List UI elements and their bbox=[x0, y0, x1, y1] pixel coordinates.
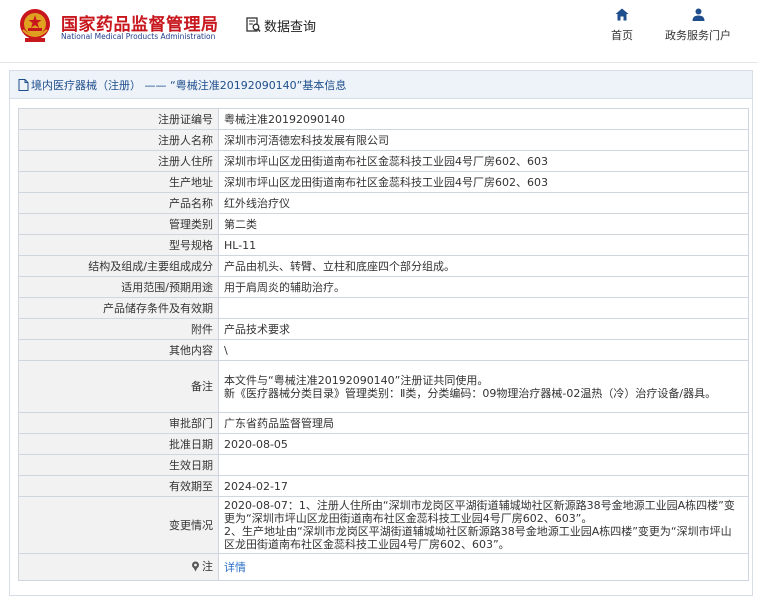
note-value: 详情 bbox=[218, 553, 749, 581]
table-row: 型号规格 HL-11 bbox=[18, 234, 749, 256]
registration-info-table: 注册证编号 粤械注准20192090140 注册人名称 深圳市河浯德宏科技发展有… bbox=[18, 108, 749, 581]
row-label: 管理类别 bbox=[18, 213, 219, 235]
row-label: 适用范围/预期用途 bbox=[18, 276, 219, 298]
table-row-change: 变更情况 2020-08-07：1、注册人住所由“深圳市龙岗区平湖街道辅城坳社区… bbox=[18, 496, 749, 554]
breadcrumb-record: “粤械注准20192090140”基本信息 bbox=[170, 78, 347, 92]
row-value-remark: 本文件与“粤械注准20192090140”注册证共同使用。 新《医疗器械分类目录… bbox=[218, 360, 749, 413]
home-icon bbox=[615, 8, 629, 21]
table-row: 批准日期 2020-08-05 bbox=[18, 433, 749, 455]
table-row: 注册证编号 粤械注准20192090140 bbox=[18, 108, 749, 130]
document-search-icon bbox=[246, 17, 261, 32]
remark-line: 本文件与“粤械注准20192090140”注册证共同使用。 bbox=[224, 373, 489, 387]
table-row-note: 注 详情 bbox=[18, 553, 749, 581]
row-label: 产品名称 bbox=[18, 192, 219, 214]
row-label: 注册人名称 bbox=[18, 129, 219, 151]
row-label: 有效期至 bbox=[18, 475, 219, 497]
table-row: 生效日期 bbox=[18, 454, 749, 476]
table-row: 适用范围/预期用途 用于肩周炎的辅助治疗。 bbox=[18, 276, 749, 298]
table-row: 其他内容 \ bbox=[18, 339, 749, 361]
row-value: \ bbox=[218, 339, 749, 361]
table-row: 结构及组成/主要组成成分 产品由机头、转臂、立柱和底座四个部分组成。 bbox=[18, 255, 749, 277]
table-row: 管理类别 第二类 bbox=[18, 213, 749, 235]
pin-icon bbox=[192, 561, 199, 571]
detail-panel: 境内医疗器械（注册） —— “粤械注准20192090140”基本信息 注册证编… bbox=[9, 70, 753, 596]
table-row-remark: 备注 本文件与“粤械注准20192090140”注册证共同使用。 新《医疗器械分… bbox=[18, 360, 749, 413]
row-value: HL-11 bbox=[218, 234, 749, 256]
row-label: 备注 bbox=[18, 360, 219, 413]
row-label: 审批部门 bbox=[18, 412, 219, 434]
row-value: 深圳市坪山区龙田街道南布社区金蕊科技工业园4号厂房602、603 bbox=[218, 171, 749, 193]
row-value-change: 2020-08-07：1、注册人住所由“深圳市龙岗区平湖街道辅城坳社区新源路38… bbox=[218, 496, 749, 554]
change-line: 2020-08-07：1、注册人住所由“深圳市龙岗区平湖街道辅城坳社区新源路38… bbox=[224, 499, 735, 525]
row-value: 广东省药品监督管理局 bbox=[218, 412, 749, 434]
note-label-cell: 注 bbox=[18, 553, 219, 581]
row-value: 2024-02-17 bbox=[218, 475, 749, 497]
row-value: 用于肩周炎的辅助治疗。 bbox=[218, 276, 749, 298]
row-label: 注册人住所 bbox=[18, 150, 219, 172]
data-query-label: 数据查询 bbox=[264, 19, 317, 35]
row-label: 结构及组成/主要组成成分 bbox=[18, 255, 219, 277]
row-value: 产品由机头、转臂、立柱和底座四个部分组成。 bbox=[218, 255, 749, 277]
row-value: 粤械注准20192090140 bbox=[218, 108, 749, 130]
document-icon bbox=[18, 78, 29, 91]
row-value: 深圳市河浯德宏科技发展有限公司 bbox=[218, 129, 749, 151]
table-row: 生产地址 深圳市坪山区龙田街道南布社区金蕊科技工业园4号厂房602、603 bbox=[18, 171, 749, 193]
row-label: 生效日期 bbox=[18, 454, 219, 476]
row-value: 红外线治疗仪 bbox=[218, 192, 749, 214]
nav-home[interactable]: 首页 bbox=[582, 8, 662, 43]
national-emblem-icon bbox=[20, 9, 50, 42]
data-query-title: 数据查询 bbox=[246, 16, 317, 35]
table-row: 注册人住所 深圳市坪山区龙田街道南布社区金蕊科技工业园4号厂房602、603 bbox=[18, 150, 749, 172]
breadcrumb: 境内医疗器械（注册） —— “粤械注准20192090140”基本信息 bbox=[10, 71, 752, 99]
details-link[interactable]: 详情 bbox=[224, 561, 246, 574]
table-row: 产品名称 红外线治疗仪 bbox=[18, 192, 749, 214]
note-label: 注 bbox=[202, 559, 213, 573]
header-divider bbox=[0, 62, 758, 63]
nav-service-portal-label: 政务服务门户 bbox=[665, 29, 731, 42]
row-label: 其他内容 bbox=[18, 339, 219, 361]
site-header: 国家药品监督管理局 National Medical Products Admi… bbox=[0, 0, 758, 62]
row-value bbox=[218, 454, 749, 476]
row-label: 生产地址 bbox=[18, 171, 219, 193]
table-row: 注册人名称 深圳市河浯德宏科技发展有限公司 bbox=[18, 129, 749, 151]
table-row: 产品储存条件及有效期 bbox=[18, 297, 749, 319]
breadcrumb-separator: —— bbox=[141, 78, 170, 92]
row-value: 深圳市坪山区龙田街道南布社区金蕊科技工业园4号厂房602、603 bbox=[218, 150, 749, 172]
nav-home-label: 首页 bbox=[611, 29, 633, 42]
row-label: 批准日期 bbox=[18, 433, 219, 455]
row-value: 第二类 bbox=[218, 213, 749, 235]
row-label: 附件 bbox=[18, 318, 219, 340]
table-row: 有效期至 2024-02-17 bbox=[18, 475, 749, 497]
row-value bbox=[218, 297, 749, 319]
nav-service-portal[interactable]: 政务服务门户 bbox=[658, 8, 738, 43]
user-icon bbox=[692, 8, 704, 21]
row-value: 产品技术要求 bbox=[218, 318, 749, 340]
table-row: 审批部门 广东省药品监督管理局 bbox=[18, 412, 749, 434]
site-name-en: National Medical Products Administration bbox=[61, 32, 216, 41]
row-label: 产品储存条件及有效期 bbox=[18, 297, 219, 319]
row-label: 注册证编号 bbox=[18, 108, 219, 130]
row-label: 型号规格 bbox=[18, 234, 219, 256]
row-label: 变更情况 bbox=[18, 496, 219, 554]
remark-line: 新《医疗器械分类目录》管理类别：Ⅱ类，分类编码：09物理治疗器械-02温热（冷）… bbox=[224, 386, 717, 400]
change-line: 2、生产地址由“深圳市龙岗区平湖街道辅城坳社区新源路38号金地源工业园A栋四楼”… bbox=[224, 525, 732, 551]
row-value: 2020-08-05 bbox=[218, 433, 749, 455]
table-row: 附件 产品技术要求 bbox=[18, 318, 749, 340]
breadcrumb-category[interactable]: 境内医疗器械（注册） bbox=[31, 79, 141, 92]
